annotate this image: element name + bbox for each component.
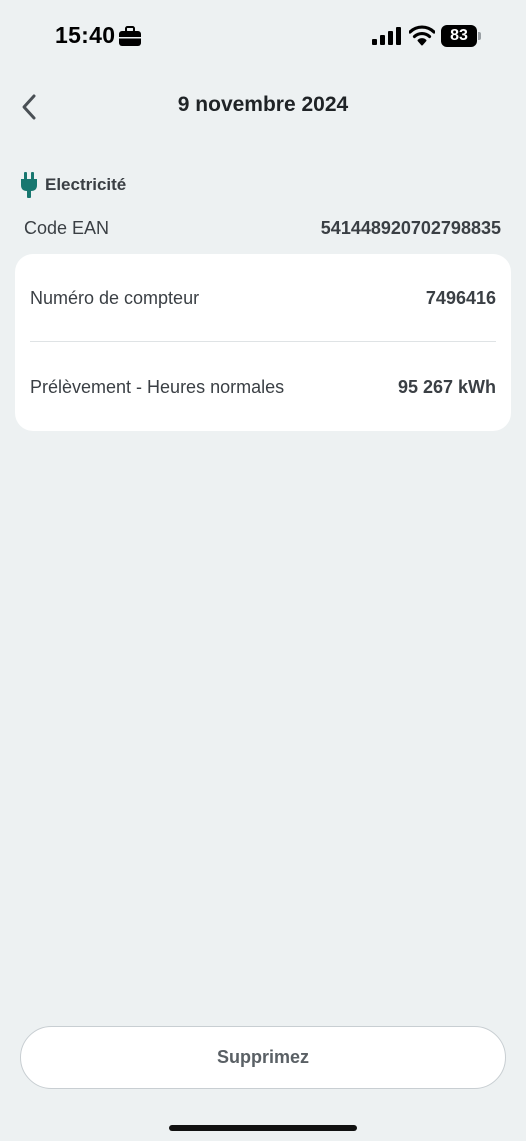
header: 9 novembre 2024 [0,80,526,132]
signal-icon [372,27,401,45]
ean-value: 541448920702798835 [320,217,501,238]
delete-button[interactable]: Supprimez [20,1026,506,1089]
battery-level: 83 [450,27,468,44]
status-time: 15:40 [55,22,116,48]
energy-type-label: Electricité [45,175,127,194]
status-bar: 15:40 83 [0,0,526,72]
ean-label: Code EAN [24,217,110,238]
reading-row: Prélèvement - Heures normales 95 267 kWh [30,365,496,409]
reading-label: Prélèvement - Heures normales [30,376,285,397]
home-indicator[interactable] [169,1125,357,1131]
meter-number-label: Numéro de compteur [30,287,200,308]
delete-button-label: Supprimez [216,1047,309,1067]
energy-type: Electricité [20,172,126,198]
page-title: 9 novembre 2024 [177,93,349,116]
battery-cap [478,32,481,40]
wifi-icon [409,25,435,46]
card-divider [30,341,496,342]
meter-number-row: Numéro de compteur 7496416 [30,276,496,320]
screen: 15:40 83 9 novembre 2024 Electricité Cod… [0,0,526,1141]
briefcase-icon [119,26,141,46]
meter-number-value: 7496416 [425,287,496,308]
ean-row: Code EAN 541448920702798835 [24,215,501,241]
reading-value: 95 267 kWh [397,376,496,397]
plug-icon [21,172,37,198]
battery-icon: 83 [441,25,481,47]
meter-card: Numéro de compteur 7496416 Prélèvement -… [15,254,511,431]
